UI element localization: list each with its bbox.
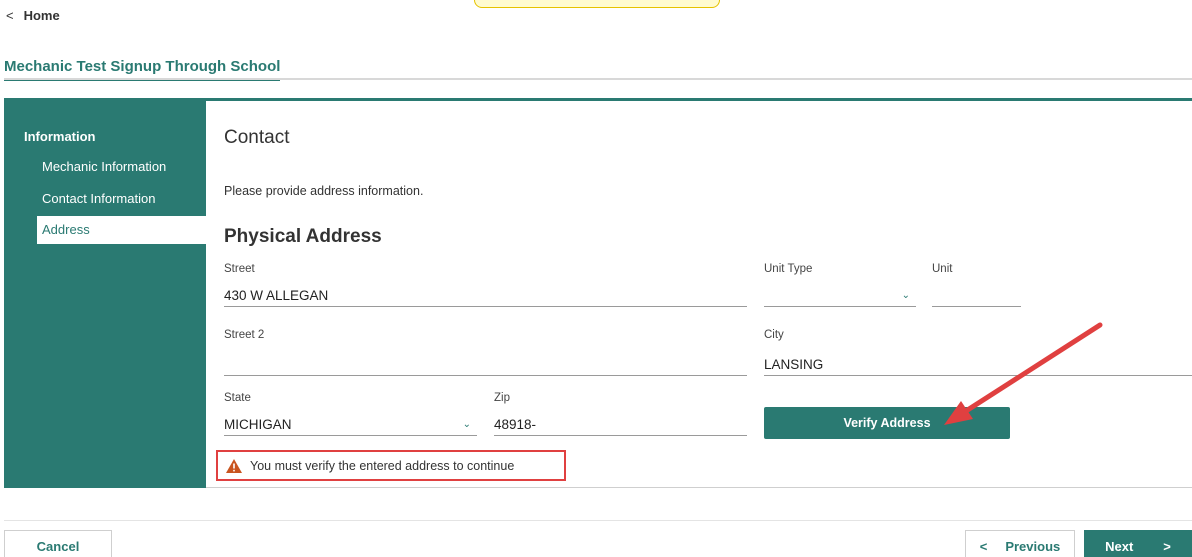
street2-input[interactable] (224, 354, 747, 376)
unit-input[interactable] (932, 285, 1021, 307)
chevron-left-icon: < (6, 8, 14, 23)
sidebar-item-address[interactable]: Address (37, 216, 206, 244)
previous-button[interactable]: < Previous (965, 530, 1075, 557)
zip-input[interactable]: 48918- (494, 414, 747, 436)
chevron-right-icon: > (1163, 538, 1171, 554)
street-label: Street (224, 263, 255, 275)
unit-type-field: Unit Type ⌄ (764, 263, 916, 313)
chevron-down-icon: ⌄ (901, 290, 910, 301)
title-divider (4, 78, 1192, 80)
state-field: State MICHIGAN ⌄ (224, 392, 477, 442)
unit-field: Unit (932, 263, 1021, 313)
verification-warning: You must verify the entered address to c… (216, 450, 566, 481)
warning-text: You must verify the entered address to c… (250, 458, 515, 473)
street2-label: Street 2 (224, 329, 265, 341)
city-label: City (764, 329, 784, 341)
warning-triangle-icon (226, 458, 242, 473)
unit-type-select[interactable] (764, 285, 916, 307)
content-area: Contact Please provide address informati… (206, 101, 1192, 488)
zip-label: Zip (494, 392, 510, 404)
street-input[interactable]: 430 W ALLEGAN (224, 285, 747, 307)
sidebar-item-mechanic-information[interactable]: Mechanic Information (37, 153, 206, 181)
physical-address-heading: Physical Address (224, 226, 382, 247)
sidebar-section-information: Information (24, 129, 96, 144)
state-label: State (224, 392, 251, 404)
unit-label: Unit (932, 263, 953, 275)
next-button[interactable]: Next > (1084, 530, 1192, 557)
street-field: Street 430 W ALLEGAN (224, 263, 747, 313)
intro-text: Please provide address information. (224, 184, 424, 198)
home-link-label: Home (23, 8, 60, 23)
tooltip-peek (474, 0, 720, 8)
section-heading: Contact (224, 127, 290, 148)
zip-field: Zip 48918- (494, 392, 747, 442)
form-panel: Information Mechanic Information Contact… (4, 98, 1192, 488)
state-select[interactable]: MICHIGAN (224, 414, 477, 436)
sidebar: Information Mechanic Information Contact… (4, 101, 206, 488)
unit-type-label: Unit Type (764, 263, 813, 275)
chevron-left-icon: < (979, 538, 988, 554)
footer-divider (4, 520, 1192, 521)
next-label: Next (1105, 538, 1134, 554)
previous-label: Previous (1005, 538, 1061, 554)
city-input[interactable]: LANSING (764, 354, 1192, 376)
home-link[interactable]: < Home (6, 8, 60, 23)
city-field: City LANSING (764, 329, 1192, 379)
sidebar-item-contact-information[interactable]: Contact Information (37, 185, 206, 213)
cancel-button[interactable]: Cancel (4, 530, 112, 557)
street2-field: Street 2 (224, 329, 747, 379)
cancel-label: Cancel (36, 538, 80, 554)
verify-address-button[interactable]: Verify Address (764, 407, 1010, 439)
chevron-down-icon: ⌄ (462, 419, 471, 430)
